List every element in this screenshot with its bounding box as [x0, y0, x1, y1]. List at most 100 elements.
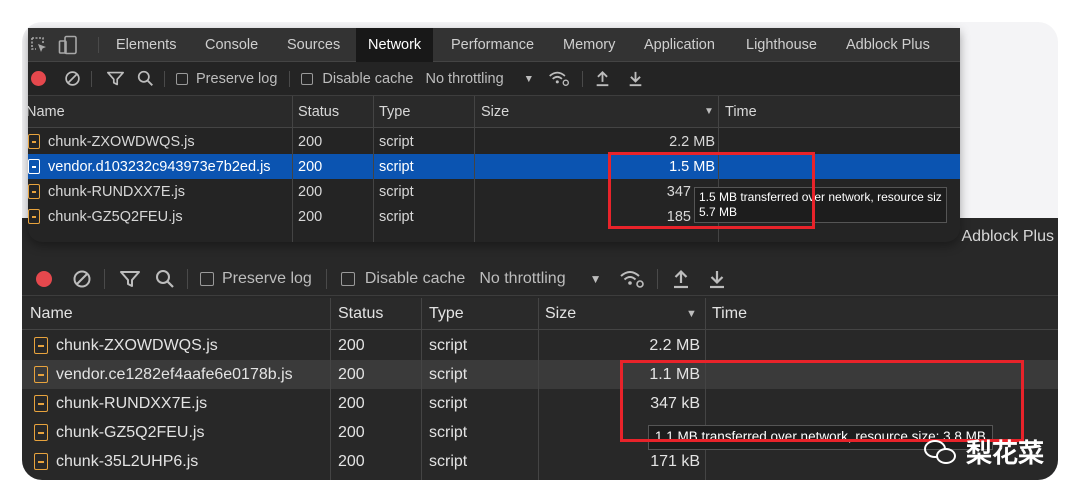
clear-icon	[65, 71, 80, 86]
toolbar-divider	[164, 70, 165, 87]
tab-network[interactable]: Network	[356, 28, 434, 62]
request-status: 200	[298, 158, 323, 175]
script-file-icon	[28, 159, 40, 174]
disable-cache-checkbox[interactable]	[340, 271, 355, 286]
column-header-name[interactable]: Name	[30, 298, 73, 329]
preserve-log-checkbox[interactable]	[176, 72, 188, 85]
tab-adblock-plus[interactable]: Adblock Plus	[846, 28, 930, 62]
tab-memory[interactable]: Memory	[563, 28, 615, 62]
requests-table-header: Name Status Type Size ▼ Time	[28, 96, 960, 128]
export-har-button[interactable]	[628, 70, 643, 87]
preserve-log-toggle[interactable]: Preserve log	[176, 71, 277, 87]
throttling-value: No throttling	[479, 269, 566, 287]
tab-divider	[98, 37, 99, 53]
toolbar-divider	[104, 268, 105, 289]
throttling-select[interactable]: No throttling ▼	[479, 270, 601, 288]
clear-button[interactable]	[64, 70, 81, 87]
request-type: script	[429, 394, 468, 412]
preserve-log-checkbox[interactable]	[200, 271, 214, 286]
disable-cache-toggle[interactable]: Disable cache	[340, 269, 466, 288]
toolbar-divider	[325, 268, 327, 289]
request-row[interactable]: chunk-35L2UHP6.js 200 script 171 kB	[22, 447, 1058, 476]
search-button[interactable]	[155, 269, 175, 289]
requests-table-header: Name Status Type Size ▼ Time	[22, 298, 1058, 330]
request-type: script	[379, 158, 414, 175]
column-header-type[interactable]: Type	[379, 96, 410, 127]
tab-performance[interactable]: Performance	[451, 28, 534, 62]
highlight-box	[620, 360, 1024, 442]
device-toggle-icon	[58, 35, 77, 55]
tab-elements[interactable]: Elements	[116, 28, 176, 62]
request-type: script	[429, 423, 468, 441]
filter-button[interactable]	[119, 269, 141, 289]
request-type: script	[429, 336, 468, 354]
record-button[interactable]	[31, 71, 46, 86]
record-button[interactable]	[36, 270, 52, 287]
import-har-button[interactable]	[672, 269, 690, 289]
request-name: vendor.d103232c943973e7b2ed.js	[48, 158, 271, 175]
inspect-element-button[interactable]	[30, 36, 48, 54]
upload-icon	[596, 70, 609, 87]
disable-cache-checkbox[interactable]	[301, 72, 314, 85]
column-header-status[interactable]: Status	[338, 298, 383, 329]
preserve-log-label: Preserve log	[196, 70, 278, 87]
column-header-type[interactable]: Type	[429, 298, 464, 329]
clear-button[interactable]	[72, 269, 92, 289]
screenshot-frame: Adblock Plus Preserve log Disable cache …	[22, 22, 1058, 480]
request-size: 2.2 MB	[669, 133, 715, 150]
inspect-cursor-icon	[31, 37, 46, 52]
request-type: script	[429, 452, 468, 470]
disable-cache-label: Disable cache	[364, 269, 466, 287]
column-header-status[interactable]: Status	[298, 96, 339, 127]
request-type: script	[379, 183, 414, 200]
sort-descending-icon: ▼	[704, 106, 714, 117]
request-row[interactable]: chunk-ZXOWDWQS.js 200 script 2.2 MB	[22, 331, 1058, 360]
tab-lighthouse[interactable]: Lighthouse	[746, 28, 817, 62]
request-status: 200	[298, 183, 323, 200]
highlight-box	[608, 152, 815, 229]
column-header-size[interactable]: Size	[481, 96, 509, 127]
tab-sources[interactable]: Sources	[287, 28, 340, 62]
download-icon	[629, 71, 642, 87]
search-button[interactable]	[137, 70, 154, 87]
tab-adblock-plus[interactable]: Adblock Plus	[962, 228, 1055, 246]
column-header-time[interactable]: Time	[725, 96, 757, 127]
tab-application[interactable]: Application	[644, 28, 715, 62]
request-row[interactable]: vendor.d103232c943973e7b2ed.js 200 scrip…	[28, 154, 960, 179]
throttling-select[interactable]: No throttling ▼	[425, 71, 534, 87]
request-status: 200	[338, 452, 365, 470]
search-icon	[156, 269, 174, 288]
script-file-icon	[34, 424, 48, 441]
request-status: 200	[338, 423, 365, 441]
search-icon	[137, 70, 153, 86]
watermark: 梨花菜	[923, 433, 1044, 470]
import-har-button[interactable]	[595, 70, 610, 87]
disable-cache-label: Disable cache	[322, 70, 414, 87]
filter-icon	[107, 71, 124, 86]
request-row[interactable]: chunk-ZXOWDWQS.js 200 script 2.2 MB	[28, 129, 960, 154]
column-header-time[interactable]: Time	[712, 298, 747, 329]
export-har-button[interactable]	[708, 269, 726, 289]
wechat-icon	[923, 438, 958, 466]
network-conditions-button[interactable]	[548, 70, 570, 87]
dropdown-arrow-icon: ▼	[589, 271, 602, 286]
column-header-name[interactable]: Name	[28, 96, 65, 127]
toolbar-divider	[187, 268, 188, 289]
column-header-size[interactable]: Size	[545, 298, 576, 329]
device-toolbar-button[interactable]	[58, 35, 78, 55]
clear-icon	[73, 270, 91, 287]
request-name: chunk-RUNDXX7E.js	[48, 183, 185, 200]
script-file-icon	[34, 453, 48, 470]
network-conditions-button[interactable]	[619, 269, 645, 289]
script-file-icon	[28, 209, 40, 224]
filter-button[interactable]	[106, 70, 125, 87]
toolbar-divider	[657, 268, 659, 289]
request-size: 2.2 MB	[649, 336, 700, 354]
request-status: 200	[298, 208, 323, 225]
preserve-log-toggle[interactable]: Preserve log	[200, 270, 312, 288]
tab-console[interactable]: Console	[205, 28, 258, 62]
dropdown-arrow-icon: ▼	[523, 72, 535, 85]
request-name: chunk-GZ5Q2FEU.js	[48, 208, 183, 225]
wifi-settings-icon	[620, 270, 645, 288]
disable-cache-toggle[interactable]: Disable cache	[301, 71, 413, 87]
